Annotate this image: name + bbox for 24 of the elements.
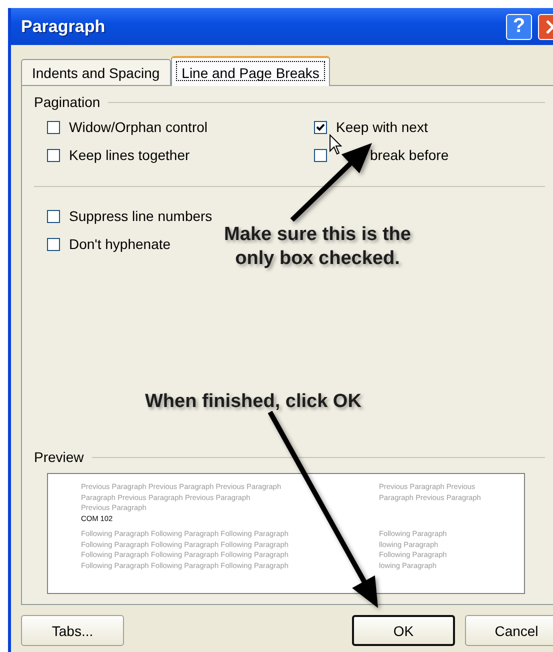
dialog-button[interactable]: Cancel xyxy=(465,615,553,646)
window-title: Paragraph xyxy=(21,16,106,36)
checkbox[interactable] xyxy=(47,238,60,250)
option-label: Keep with next xyxy=(336,119,428,135)
option-label: Don't hyphenate xyxy=(69,236,171,252)
checkbox[interactable] xyxy=(47,120,60,134)
tab[interactable]: Indents and Spacing xyxy=(21,59,171,85)
help-button[interactable]: ? xyxy=(506,14,532,40)
dialog-button[interactable]: OK xyxy=(352,615,455,646)
option-label: break before xyxy=(369,147,449,163)
option-label: Keep lines together xyxy=(69,147,190,163)
mouse-cursor-icon xyxy=(329,134,342,155)
group-heading: Preview xyxy=(34,449,84,465)
annotation-text: Make sure this is the only box checked. xyxy=(223,223,412,271)
option-label: Suppress line numbers xyxy=(69,208,212,224)
checkbox[interactable] xyxy=(314,120,327,134)
checkbox[interactable] xyxy=(47,148,60,162)
dialog-button[interactable]: Tabs... xyxy=(21,615,124,646)
annotation-text: When finished, click OK xyxy=(145,390,362,414)
option-label: Widow/Orphan control xyxy=(69,119,208,135)
group-heading: Pagination xyxy=(34,94,100,110)
tab[interactable]: Line and Page Breaks xyxy=(170,56,330,86)
checkbox[interactable] xyxy=(47,210,60,222)
checkbox[interactable] xyxy=(314,148,327,162)
